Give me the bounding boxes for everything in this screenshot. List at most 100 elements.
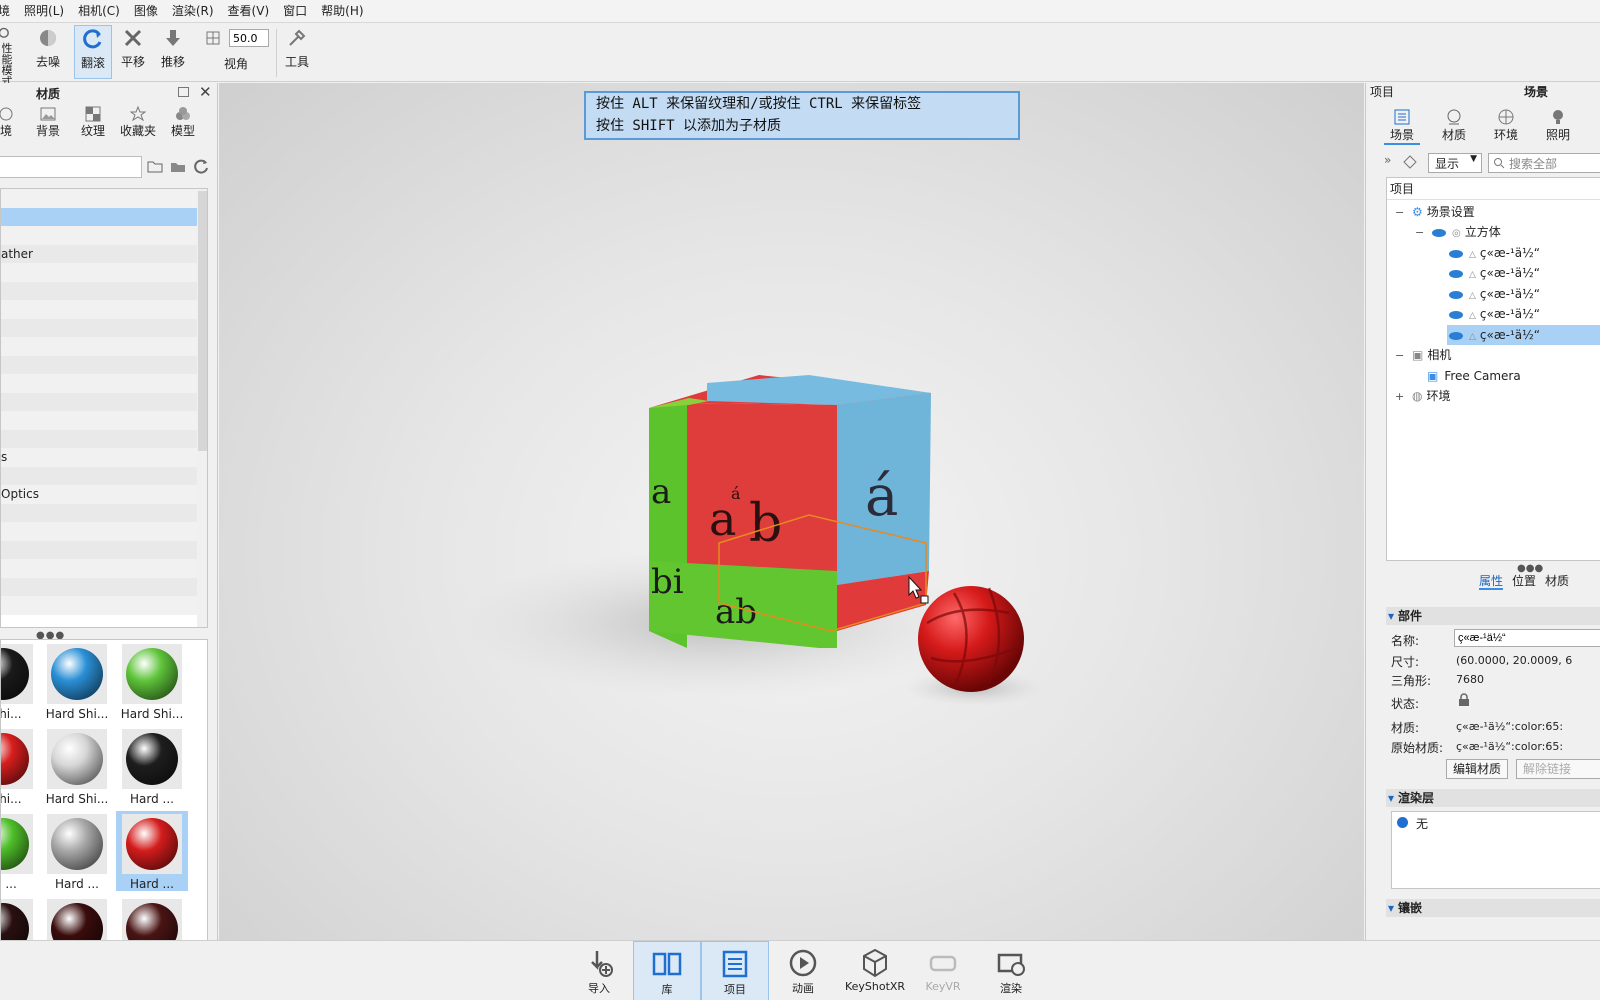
tree-item-part-3[interactable]: △ ç«æ-¹ä½“ <box>1449 284 1600 304</box>
folder-tree-item[interactable] <box>1 429 207 448</box>
tab-favorites[interactable]: 收藏夹 <box>119 105 157 139</box>
material-thumbnail[interactable]: Hard Shi... <box>41 726 113 806</box>
folder-tree-item[interactable]: ather <box>1 244 207 263</box>
section-part-header[interactable]: 部件 <box>1386 607 1600 625</box>
folder-tree-item[interactable] <box>1 540 207 559</box>
tree-item-part-4[interactable]: △ ç«æ-¹ä½“ <box>1449 304 1600 324</box>
tab-models[interactable]: 模型 <box>170 105 196 139</box>
folder-tree-item[interactable] <box>1 318 207 337</box>
folder-tree-item[interactable] <box>1 207 207 226</box>
material-thumbnail[interactable]: Hard ... <box>41 811 113 891</box>
tab-environment[interactable]: 环境 <box>1488 107 1524 143</box>
folder-tree-item[interactable] <box>1 355 207 374</box>
section-render-layer-header[interactable]: 渲染层 <box>1386 789 1600 807</box>
tab-environments[interactable]: 境 <box>0 105 16 139</box>
menu-environment[interactable]: 境 <box>0 0 17 22</box>
eye-icon[interactable] <box>1449 269 1463 278</box>
folder-tree-item[interactable] <box>1 466 207 485</box>
tree-item-scene-settings[interactable]: − ⚙ 场景设置 <box>1395 202 1475 222</box>
performance-mode-button[interactable]: 性能模式 <box>0 25 22 87</box>
tree-item-free-camera[interactable]: ▣ Free Camera <box>1427 366 1521 386</box>
tab-position[interactable]: 位置 <box>1512 574 1536 588</box>
tab-lighting[interactable]: 照明 <box>1540 107 1576 143</box>
filter-icon[interactable] <box>1402 154 1418 170</box>
folder-tree-item[interactable] <box>1 226 207 245</box>
eye-icon[interactable] <box>1449 310 1463 319</box>
material-thumbnail[interactable]: Hard Shi... <box>41 641 113 721</box>
dolly-button[interactable]: 推移 <box>158 25 188 79</box>
material-thumbnail[interactable]: Hard Shi... <box>116 641 188 721</box>
folder-tree-item[interactable]: s <box>1 448 207 467</box>
tab-material-props[interactable]: 材质 <box>1545 574 1569 588</box>
material-thumbnail[interactable]: Hard ... <box>116 726 188 806</box>
tree-scrollbar[interactable] <box>197 189 207 627</box>
fov-input[interactable] <box>229 29 269 47</box>
tree-scrollbar-thumb[interactable] <box>198 191 207 451</box>
denoise-button[interactable]: 去噪 <box>33 25 63 79</box>
tree-item-part-2[interactable]: △ ç«æ-¹ä½“ <box>1449 263 1600 283</box>
layer-radio-icon[interactable] <box>1397 817 1408 828</box>
expand-chevron-icon[interactable]: » <box>1384 153 1391 167</box>
folder-tree-item[interactable] <box>1 300 207 319</box>
folder-tree-item[interactable] <box>1 559 207 578</box>
dock-import-button[interactable]: 导入 <box>565 941 633 1000</box>
menu-image[interactable]: 图像 <box>127 0 165 22</box>
menu-view[interactable]: 查看(V) <box>221 0 277 22</box>
collapse-icon[interactable]: − <box>1395 346 1404 366</box>
collapse-icon[interactable]: − <box>1415 223 1424 243</box>
lock-icon[interactable] <box>1458 693 1470 707</box>
expand-icon[interactable]: + <box>1395 387 1404 407</box>
tree-item-part-5[interactable]: △ ç«æ-¹ä½“ <box>1447 325 1600 345</box>
dock-render-button[interactable]: 渲染 <box>977 941 1045 1000</box>
tree-item-environment[interactable]: + ◍ 环境 <box>1395 386 1451 406</box>
dock-keyshotxr-button[interactable]: KeyShotXR <box>841 941 909 1000</box>
menu-window[interactable]: 窗口 <box>276 0 314 22</box>
scene-search-input[interactable]: 搜索全部 <box>1488 153 1600 173</box>
tab-scene[interactable]: 场景 <box>1384 107 1420 145</box>
material-thumbnail[interactable]: Hard ... <box>116 811 188 891</box>
folder-tree-item[interactable] <box>1 263 207 282</box>
material-thumbnail[interactable]: rd ... <box>1 811 39 891</box>
tools-button[interactable]: 工具 <box>282 25 312 79</box>
folder-tree-item[interactable] <box>1 596 207 615</box>
folder-tree-item[interactable]: Optics <box>1 485 207 504</box>
library-search-input[interactable] <box>0 156 142 178</box>
folder-tree-item[interactable] <box>1 374 207 393</box>
menu-camera[interactable]: 相机(C) <box>71 0 127 22</box>
folder-tree-item[interactable] <box>1 337 207 356</box>
menu-lighting[interactable]: 照明(L) <box>17 0 71 22</box>
folder-tree-item[interactable] <box>1 411 207 430</box>
red-ball-model[interactable] <box>918 586 1024 692</box>
folder-tree-item[interactable] <box>1 503 207 522</box>
refresh-icon[interactable] <box>193 158 209 174</box>
tree-item-cube[interactable]: − ◎ 立方体 <box>1415 222 1501 242</box>
folder-tree-item[interactable] <box>1 189 207 208</box>
display-filter-select[interactable]: 显示 ▼ <box>1428 153 1482 173</box>
collapse-icon[interactable]: − <box>1395 203 1404 223</box>
part-name-field[interactable] <box>1454 629 1600 647</box>
dock-animation-button[interactable]: 动画 <box>769 941 837 1000</box>
material-thumbnail[interactable]: l Shi... <box>1 641 39 721</box>
tumble-button[interactable]: 翻滚 <box>74 25 112 79</box>
dock-library-button[interactable]: 库 <box>633 941 701 1000</box>
folder-tree-item[interactable] <box>1 577 207 596</box>
pan-button[interactable]: 平移 <box>118 25 148 79</box>
tab-properties[interactable]: 属性 <box>1479 574 1504 590</box>
tab-textures[interactable]: 纹理 <box>80 105 106 139</box>
eye-icon[interactable] <box>1432 228 1446 237</box>
dock-project-button[interactable]: 项目 <box>701 941 769 1000</box>
menu-render[interactable]: 渲染(R) <box>165 0 221 22</box>
unlink-material-button[interactable]: 解除链接 <box>1516 759 1600 779</box>
cube-model[interactable]: a b á á a bi ab <box>649 375 931 648</box>
dock-keyvr-button[interactable]: KeyVR <box>909 941 977 1000</box>
folder-tree-item[interactable] <box>1 281 207 300</box>
folders-icon[interactable] <box>170 158 186 174</box>
tree-item-part-1[interactable]: △ ç«æ-¹ä½“ <box>1449 243 1600 263</box>
section-tessellation-header[interactable]: 镶嵌 <box>1386 899 1600 917</box>
edit-material-button[interactable]: 编辑材质 <box>1446 759 1509 779</box>
open-folder-icon[interactable] <box>147 158 163 174</box>
menu-help[interactable]: 帮助(H) <box>314 0 370 22</box>
folder-tree-item[interactable] <box>1 392 207 411</box>
close-icon[interactable]: ✕ <box>199 83 212 101</box>
eye-icon[interactable] <box>1449 249 1463 258</box>
